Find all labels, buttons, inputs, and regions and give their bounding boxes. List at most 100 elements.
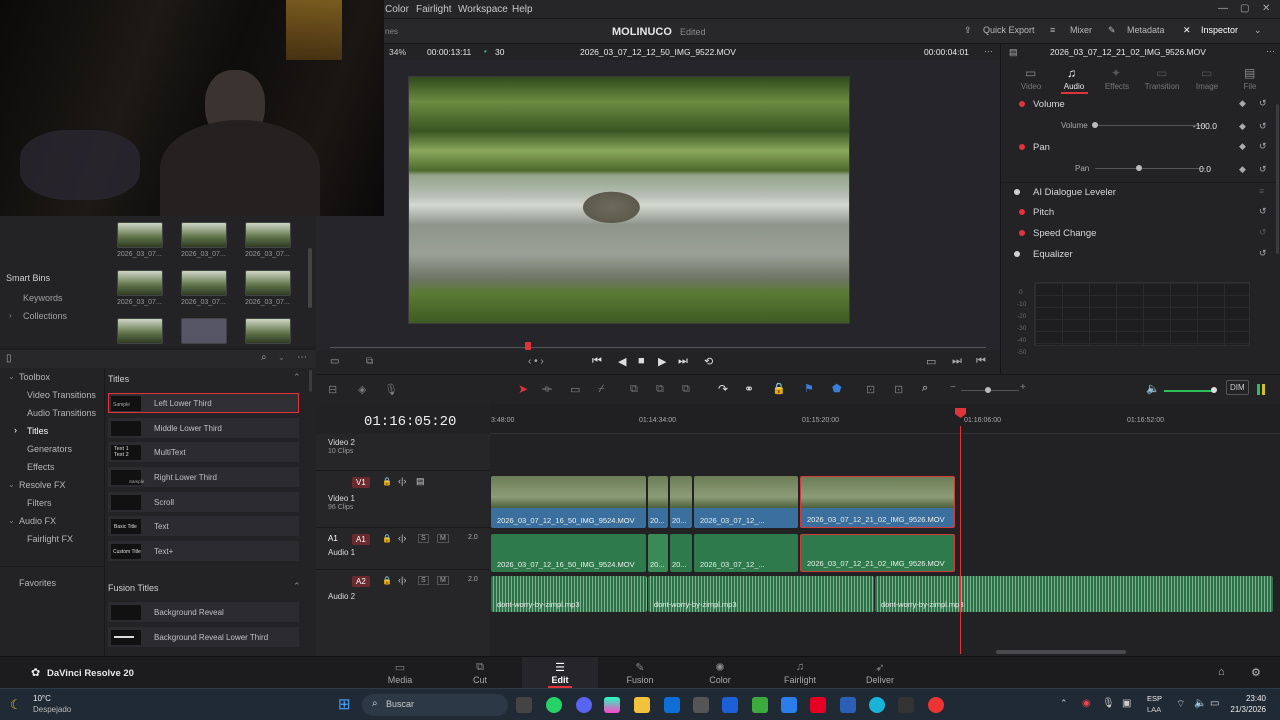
discord-icon[interactable] [576,697,592,713]
more-options-icon[interactable]: ⋯ [1266,46,1275,57]
lock-icon[interactable]: 🔒 [382,477,392,486]
fusion-page-icon[interactable]: ✎ [610,661,670,674]
windows-start-icon[interactable]: ⊞ [338,695,351,713]
music-clip[interactable]: dont-worry-by-zimpl.mp3 [875,576,1273,612]
title-item-multitext[interactable]: Text 1 Text 2 MultiText [108,442,299,462]
marker-icon[interactable]: ⬟ [832,382,842,395]
collapse-icon[interactable]: ⌃ [293,581,301,592]
transition-tab-icon[interactable]: ▭ [1156,66,1167,80]
audio-clip[interactable]: 20... [648,534,668,572]
volume-section[interactable]: Volume ◆ ↺ [1001,95,1280,115]
tray-icon[interactable]: ▣ [1122,698,1131,709]
fusion-item-background-reveal-lower-third[interactable]: Background Reveal Lower Third [108,627,299,647]
link-view-icon[interactable]: ◈ [358,383,366,396]
file-explorer-icon[interactable] [634,697,650,713]
title-item-middle-lower-third[interactable]: Middle Lower Third [108,418,299,438]
video-clip[interactable]: 20... [670,476,692,528]
edge-icon[interactable] [869,697,885,713]
title-item-text-plus[interactable]: Custom Title Text+ [108,541,299,561]
reset-icon[interactable]: ↺ [1259,227,1267,238]
keyframe-icon[interactable]: ◆ [1239,98,1246,109]
solo-button[interactable]: S [418,576,429,585]
effects-category[interactable]: Effects [27,462,54,472]
eq-graph[interactable] [1034,282,1250,346]
enable-dot[interactable] [1014,251,1020,257]
linked-selection-icon[interactable]: ⚭ [744,382,754,396]
close-icon[interactable]: ✕ [1262,3,1270,14]
lock-icon[interactable]: 🔒 [382,534,392,543]
solo-button[interactable]: S [418,534,429,543]
search-box[interactable] [362,694,508,716]
audio-tab-icon[interactable]: ♫ [1067,66,1076,80]
zoom-icon[interactable]: ⌕ [922,382,928,395]
inspector-icon[interactable]: ✕ [1183,25,1191,36]
enable-dot[interactable] [1019,230,1025,236]
track-id-badge[interactable]: V1 [352,477,370,488]
image-tab-icon[interactable]: ▭ [1201,66,1212,80]
editor-icon[interactable] [722,697,738,713]
prev-edit-icon[interactable]: ⏭ [952,355,962,368]
track-id-badge[interactable]: A2 [352,576,370,587]
menu-icon[interactable]: ≡ [1259,186,1264,196]
mixer-icon[interactable]: ≡ [1050,25,1055,35]
reset-icon[interactable]: ↺ [1259,164,1267,175]
insert-clip-icon[interactable]: ⧉ [630,383,638,396]
zoom-level[interactable]: 34% [389,47,406,57]
effects-tab-icon[interactable]: ✦ [1111,66,1121,80]
volume-slider-knob[interactable] [1092,122,1098,128]
clock-date[interactable]: 21/3/2026 [1226,705,1266,714]
fairlight-page-icon[interactable]: ♫ [770,661,830,673]
master-volume-slider[interactable] [1164,390,1216,392]
page-media[interactable]: Media [370,675,430,685]
zoom-fit-icon[interactable]: ⊡ [866,383,875,396]
video-clip-selected[interactable]: 2026_03_07_12_21_02_IMG_9526.MOV [800,476,955,528]
media-pool-tab-truncated[interactable]: nes [385,27,398,36]
loop-icon[interactable]: ⟲ [704,355,713,368]
pinterest-icon[interactable] [810,697,826,713]
media-thumb[interactable] [245,318,291,344]
page-edit[interactable]: Edit [530,675,590,685]
task-view-icon[interactable] [516,697,532,713]
zoom-detail-icon[interactable]: ⊡ [894,383,903,396]
generators-category[interactable]: Generators [27,444,72,454]
reset-icon[interactable]: ↺ [1259,206,1267,217]
volume-value[interactable]: -100.0 [1191,121,1217,131]
timeline-timecode[interactable]: 01:16:05:20 [364,414,456,430]
effects-scrollbar[interactable] [309,370,312,392]
chevron-down-icon[interactable]: ⌄ [8,480,15,489]
keywords-bin[interactable]: Keywords [23,293,63,303]
go-to-start-icon[interactable]: ⏮ [592,355,602,368]
zoom-in-icon[interactable]: + [1020,382,1026,393]
wifi-icon[interactable]: ⌔ [1176,698,1185,711]
trim-tool-icon[interactable]: ⟛ [542,383,552,396]
equalizer-section[interactable]: Equalizer ↺ [1001,245,1280,265]
media-thumb[interactable] [117,270,163,296]
keyframe-icon[interactable]: ◆ [1239,141,1246,152]
media-thumb[interactable] [117,318,163,344]
overwrite-clip-icon[interactable]: ⧉ [656,383,664,396]
keyframe-icon[interactable]: ◆ [1239,121,1246,132]
store-icon[interactable] [664,697,680,713]
video-transitions-category[interactable]: Video Transitions [27,390,96,400]
toolbox-category[interactable]: Toolbox [19,372,50,382]
quick-export-icon[interactable]: ⇪ [964,25,972,36]
clock-time[interactable]: 23:40 [1230,694,1266,703]
deliver-page-icon[interactable]: ➶ [850,661,910,674]
chrome-icon[interactable] [928,697,944,713]
titles-category[interactable]: Titles [27,426,48,436]
tray-icon[interactable]: ◉ [1082,698,1091,709]
position-lock-icon[interactable]: 🔒 [772,382,786,395]
pan-value[interactable]: 0.0 [1189,164,1211,174]
chevron-down-icon[interactable]: ⌄ [278,353,285,362]
zoom-slider-knob[interactable] [985,387,991,393]
weather-temp[interactable]: 10°C [33,694,51,703]
snapping-icon[interactable]: ↷ [718,382,728,396]
pan-section[interactable]: Pan ◆ ↺ [1001,138,1280,158]
next-edit-icon[interactable]: ⏮ [976,355,986,368]
tab-video[interactable]: Video [1011,82,1051,91]
fusion-item-background-reveal[interactable]: Background Reveal [108,602,299,622]
gear-icon[interactable]: ⚙ [1251,666,1261,679]
video-clip[interactable]: 2026_03_07_12_... [694,476,798,528]
microphone-icon[interactable]: 🎙 [1102,698,1115,709]
audio-fx-category[interactable]: Audio FX [19,516,56,526]
